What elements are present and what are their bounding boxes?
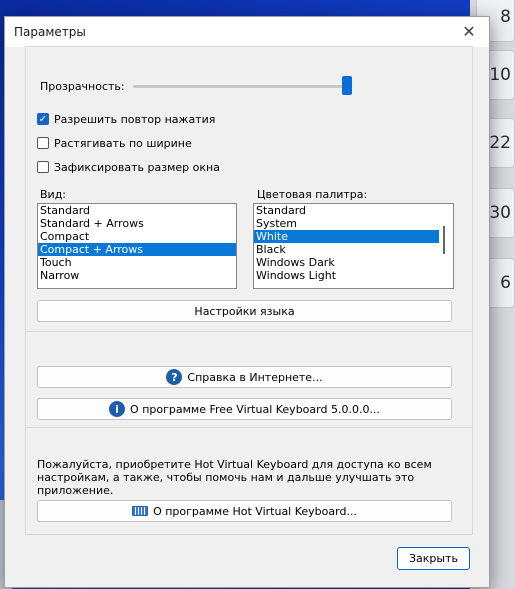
- language-settings-button[interactable]: Настройки языка: [37, 300, 452, 322]
- palette-option[interactable]: Windows Dark: [254, 256, 439, 269]
- view-option[interactable]: Narrow: [38, 269, 236, 282]
- view-option[interactable]: Standard: [38, 204, 236, 217]
- window-title: Параметры: [14, 25, 86, 39]
- info-icon: i: [109, 401, 126, 417]
- palette-label: Цветовая палитра:: [257, 188, 368, 201]
- transparency-slider-thumb[interactable]: [342, 76, 352, 95]
- language-settings-label: Настройки языка: [194, 304, 295, 318]
- palette-listbox[interactable]: Standard System White Black Windows Dark…: [253, 203, 454, 289]
- transparency-label: Прозрачность:: [40, 80, 125, 93]
- about-hot-button[interactable]: О программе Hot Virtual Keyboard...: [37, 500, 452, 522]
- palette-option-selected[interactable]: White: [254, 230, 439, 243]
- palette-scrollbar[interactable]: [443, 226, 445, 254]
- close-button-label: Закрыть: [409, 552, 458, 565]
- view-listbox[interactable]: Standard Standard + Arrows Compact Compa…: [37, 203, 237, 289]
- question-icon: ?: [166, 369, 183, 385]
- palette-option[interactable]: Windows Light: [254, 269, 439, 282]
- palette-option[interactable]: System: [254, 217, 439, 230]
- online-help-button[interactable]: ? Справка в Интернете...: [37, 366, 452, 388]
- repeat-checkbox[interactable]: ✓: [37, 113, 49, 125]
- repeat-checkbox-label: Разрешить повтор нажатия: [54, 113, 216, 126]
- title-bar: Параметры ✕: [5, 17, 489, 47]
- upgrade-notice: Пожалуйста, приобретите Hot Virtual Keyb…: [37, 458, 432, 497]
- about-free-label: О программе Free Virtual Keyboard 5.0.0.…: [130, 402, 380, 416]
- stretch-checkbox-label: Растягивать по ширине: [54, 137, 192, 150]
- stretch-checkbox[interactable]: [37, 137, 49, 149]
- view-label: Вид:: [40, 188, 67, 201]
- close-icon[interactable]: ✕: [458, 21, 480, 43]
- view-option-selected[interactable]: Compact + Arrows: [38, 243, 236, 256]
- online-help-label: Справка в Интернете...: [187, 370, 323, 384]
- about-free-button[interactable]: i О программе Free Virtual Keyboard 5.0.…: [37, 398, 452, 420]
- transparency-slider-track[interactable]: [133, 85, 348, 88]
- palette-option[interactable]: Standard: [254, 204, 439, 217]
- view-option[interactable]: Touch: [38, 256, 236, 269]
- about-hot-label: О программе Hot Virtual Keyboard...: [153, 504, 357, 518]
- palette-option[interactable]: Black: [254, 243, 439, 256]
- lock-size-checkbox-label: Зафиксировать размер окна: [54, 161, 220, 174]
- keyboard-icon: [132, 506, 149, 516]
- lock-size-checkbox[interactable]: [37, 161, 49, 173]
- close-button[interactable]: Закрыть: [397, 547, 470, 570]
- view-option[interactable]: Standard + Arrows: [38, 217, 236, 230]
- view-option[interactable]: Compact: [38, 230, 236, 243]
